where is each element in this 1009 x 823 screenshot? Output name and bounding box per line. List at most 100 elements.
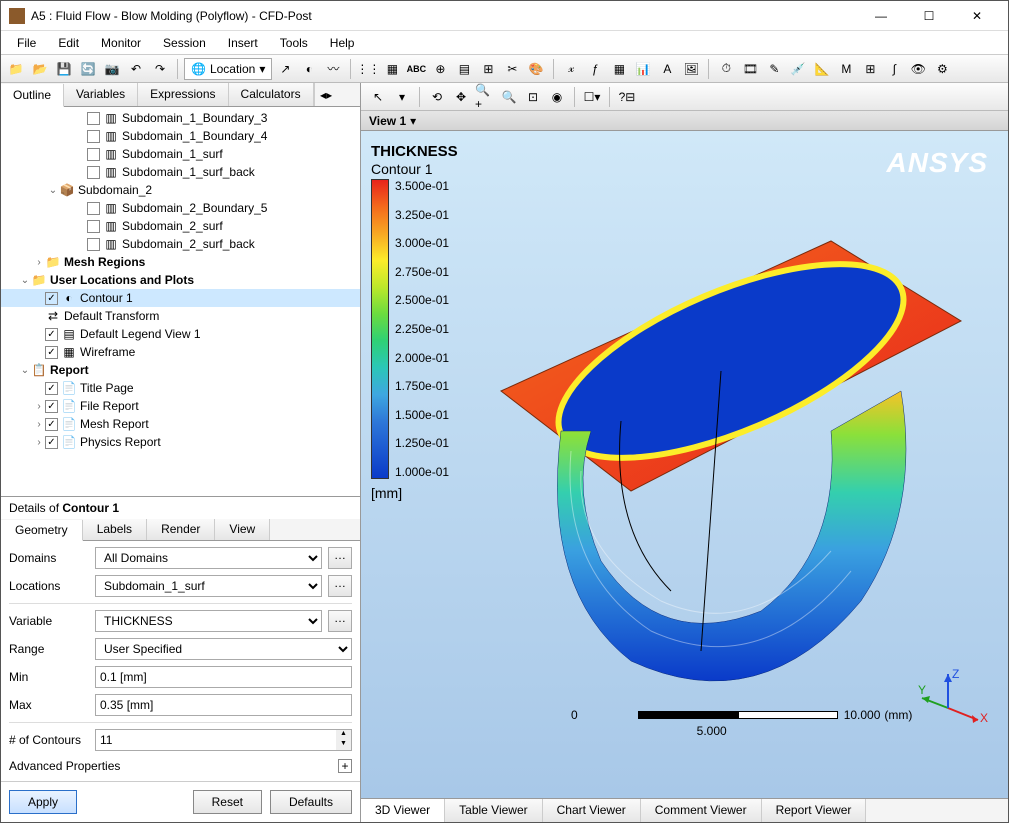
vtab-table[interactable]: Table Viewer (445, 799, 542, 822)
apply-button[interactable]: Apply (9, 790, 77, 814)
legend-icon[interactable]: ▤ (453, 58, 475, 80)
contour-tool-icon[interactable]: ◐ (298, 58, 320, 80)
menu-help[interactable]: Help (320, 34, 365, 52)
text-icon[interactable]: ABC (405, 58, 427, 80)
function-calc-icon[interactable]: ∫ (883, 58, 905, 80)
instance-icon[interactable]: ⊞ (477, 58, 499, 80)
tree-item[interactable]: ▦Wireframe (1, 343, 360, 361)
animation-icon[interactable]: 🎞 (739, 58, 761, 80)
outline-tree[interactable]: ▥Subdomain_1_Boundary_3▥Subdomain_1_Boun… (1, 107, 360, 496)
select-mode-icon[interactable]: ▾ (391, 86, 413, 108)
reload-icon[interactable]: 🔄 (77, 58, 99, 80)
comment-icon[interactable]: A (656, 58, 678, 80)
minimize-button[interactable]: — (858, 1, 904, 31)
dtab-render[interactable]: Render (147, 519, 215, 540)
table-icon[interactable]: ▦ (608, 58, 630, 80)
checkbox[interactable] (87, 220, 100, 233)
rotate-icon[interactable]: ⟲ (426, 86, 448, 108)
contours-input[interactable] (95, 729, 336, 751)
checkbox[interactable] (87, 130, 100, 143)
locations-select[interactable]: Subdomain_1_surf (95, 575, 322, 597)
contours-spin-up[interactable]: ▲ (336, 730, 351, 740)
variable-browse-button[interactable]: … (328, 610, 352, 632)
checkbox[interactable] (87, 148, 100, 161)
colormap-icon[interactable]: 🎨 (525, 58, 547, 80)
volume-icon[interactable]: ▦ (381, 58, 403, 80)
tabs-scroll-icon[interactable]: ◂▸ (314, 83, 338, 106)
tree-item[interactable]: ▤Default Legend View 1 (1, 325, 360, 343)
tree-item[interactable]: 📄Title Page (1, 379, 360, 397)
help-icon[interactable]: ?⊟ (616, 86, 638, 108)
tree-item[interactable]: ▥Subdomain_1_surf_back (1, 163, 360, 181)
tab-expressions[interactable]: Expressions (138, 83, 228, 106)
select-icon[interactable]: ↖ (367, 86, 389, 108)
reset-button[interactable]: Reset (193, 790, 262, 814)
tab-calculators[interactable]: Calculators (229, 83, 314, 106)
tab-outline[interactable]: Outline (1, 84, 64, 107)
save-icon[interactable]: 💾 (53, 58, 75, 80)
tree-item[interactable]: ⌄📋Report (1, 361, 360, 379)
menu-file[interactable]: File (7, 34, 46, 52)
view-label-bar[interactable]: View 1 ▾ (361, 111, 1008, 131)
checkbox[interactable] (45, 292, 58, 305)
min-input[interactable] (95, 666, 352, 688)
menu-session[interactable]: Session (153, 34, 216, 52)
menu-insert[interactable]: Insert (218, 34, 268, 52)
mesh-calc-icon[interactable]: ⊞ (859, 58, 881, 80)
tree-item[interactable]: ›📄Physics Report (1, 433, 360, 451)
tree-item[interactable]: ▥Subdomain_1_Boundary_3 (1, 109, 360, 127)
chart-icon[interactable]: 📊 (632, 58, 654, 80)
checkbox[interactable] (45, 382, 58, 395)
tree-item[interactable]: ⌄📦Subdomain_2 (1, 181, 360, 199)
tree-item[interactable]: ▥Subdomain_2_surf (1, 217, 360, 235)
menu-edit[interactable]: Edit (48, 34, 89, 52)
calculator-icon[interactable]: 📐 (811, 58, 833, 80)
checkbox[interactable] (87, 202, 100, 215)
tab-variables[interactable]: Variables (64, 83, 138, 106)
advanced-expand-button[interactable]: + (338, 759, 352, 773)
tree-item[interactable]: ▥Subdomain_2_Boundary_5 (1, 199, 360, 217)
3d-viewport[interactable]: THICKNESS Contour 1 3.500e-013.250e-013.… (361, 131, 1008, 798)
range-select[interactable]: User Specified (95, 638, 352, 660)
dtab-labels[interactable]: Labels (83, 519, 147, 540)
dtab-geometry[interactable]: Geometry (1, 520, 83, 541)
checkbox[interactable] (87, 238, 100, 251)
load-results-icon[interactable]: 📂 (29, 58, 51, 80)
checkbox[interactable] (45, 418, 58, 431)
max-input[interactable] (95, 694, 352, 716)
variable-icon[interactable]: 𝓍 (560, 58, 582, 80)
turbo-icon[interactable]: ⚙ (931, 58, 953, 80)
vector-icon[interactable]: ↗ (274, 58, 296, 80)
expression-icon[interactable]: ƒ (584, 58, 606, 80)
highlight-icon[interactable]: ◉ (546, 86, 568, 108)
checkbox[interactable] (45, 346, 58, 359)
vtab-report[interactable]: Report Viewer (762, 799, 867, 822)
compare-icon[interactable]: 👁 (907, 58, 929, 80)
coord-icon[interactable]: ⊕ (429, 58, 451, 80)
macro-icon[interactable]: M (835, 58, 857, 80)
checkbox[interactable] (87, 166, 100, 179)
clip-icon[interactable]: ✂ (501, 58, 523, 80)
checkbox[interactable] (45, 436, 58, 449)
pan-icon[interactable]: ✥ (450, 86, 472, 108)
menu-monitor[interactable]: Monitor (91, 34, 151, 52)
tree-item[interactable]: ›📄Mesh Report (1, 415, 360, 433)
vtab-comment[interactable]: Comment Viewer (641, 799, 762, 822)
keyframe-icon[interactable]: ✎ (763, 58, 785, 80)
projection-icon[interactable]: ☐▾ (581, 86, 603, 108)
zoom-in-icon[interactable]: 🔍+ (474, 86, 496, 108)
particle-icon[interactable]: ⋮⋮ (357, 58, 379, 80)
checkbox[interactable] (87, 112, 100, 125)
timer-icon[interactable]: ⏱ (715, 58, 737, 80)
maximize-button[interactable]: ☐ (906, 1, 952, 31)
zoom-box-icon[interactable]: 🔍 (498, 86, 520, 108)
vtab-chart[interactable]: Chart Viewer (543, 799, 641, 822)
dtab-view[interactable]: View (215, 519, 270, 540)
domains-select[interactable]: All Domains (95, 547, 322, 569)
tree-item[interactable]: ▥Subdomain_2_surf_back (1, 235, 360, 253)
undo-icon[interactable]: ↶ (125, 58, 147, 80)
fit-icon[interactable]: ⊡ (522, 86, 544, 108)
vtab-3d[interactable]: 3D Viewer (361, 799, 445, 822)
checkbox[interactable] (45, 400, 58, 413)
contours-spin-down[interactable]: ▼ (336, 740, 351, 750)
